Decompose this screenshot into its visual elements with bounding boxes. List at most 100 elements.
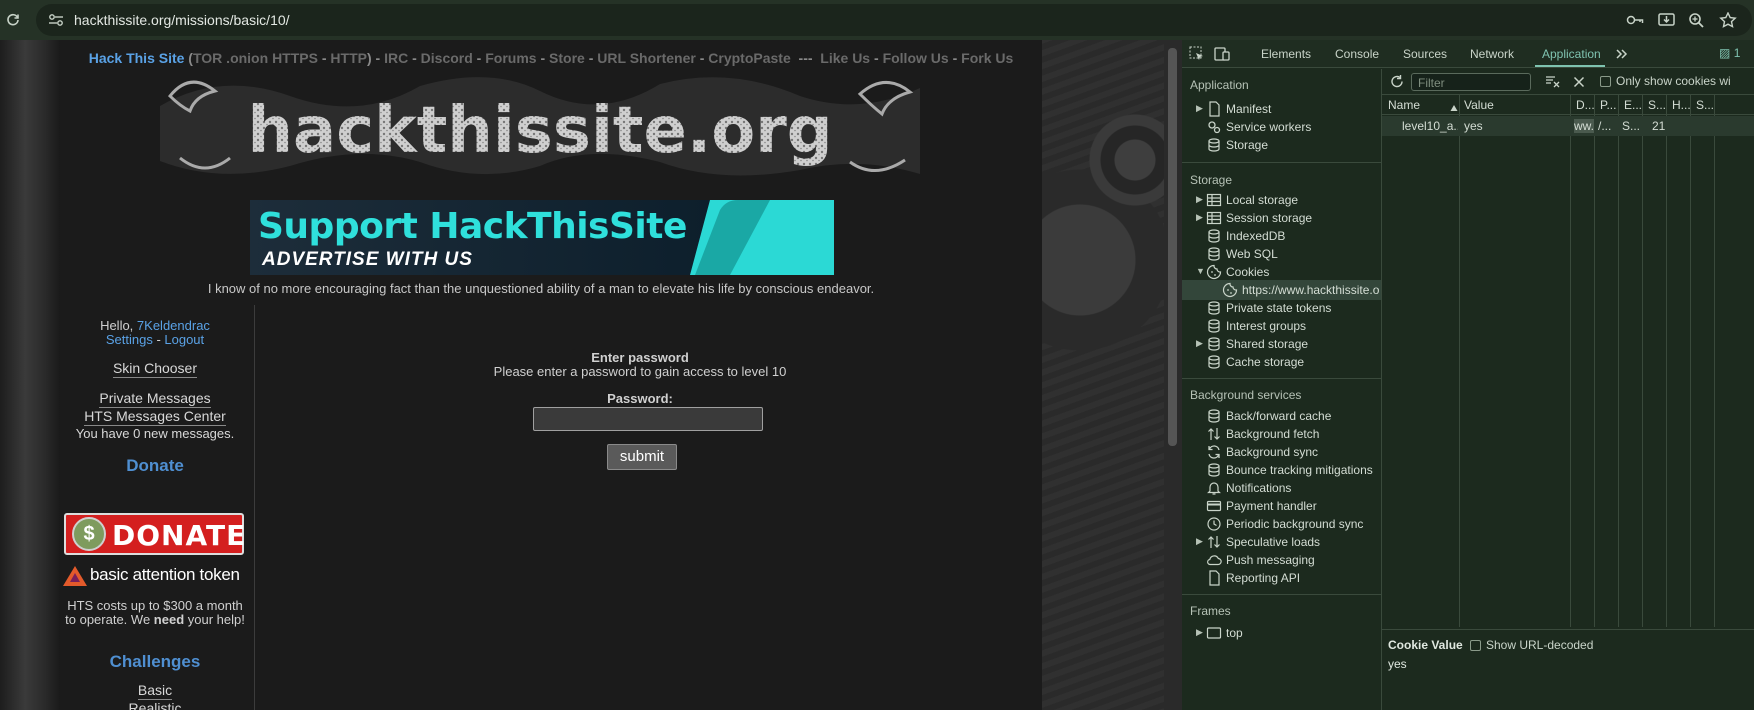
tab-network[interactable]: Network bbox=[1470, 47, 1514, 61]
tree-item-background-sync[interactable]: Background sync bbox=[1182, 442, 1381, 462]
private-messages-link[interactable]: Private Messages bbox=[60, 390, 250, 408]
tree-item-cookie-origin[interactable]: https://www.hackthissite.o bbox=[1182, 280, 1381, 300]
nav-follow-link[interactable]: Follow Us bbox=[883, 50, 949, 66]
basic-challenges-link[interactable]: Basic bbox=[60, 682, 250, 700]
nav-http-link[interactable]: HTTP bbox=[330, 50, 367, 66]
column-divider[interactable] bbox=[1570, 95, 1571, 627]
nav-irc-link[interactable]: IRC bbox=[384, 50, 408, 66]
bookmark-star-icon[interactable] bbox=[1719, 11, 1737, 28]
advertise-banner[interactable]: Support HackThisSite ADVERTISE WITH US bbox=[250, 200, 834, 275]
realistic-challenges-link[interactable]: Realistic bbox=[60, 700, 250, 710]
filter-input[interactable]: Filter bbox=[1411, 73, 1531, 91]
tree-item-reporting-api[interactable]: Reporting API bbox=[1182, 568, 1381, 588]
expand-arrow-icon[interactable]: ▶ bbox=[1196, 103, 1203, 114]
checkbox-box[interactable] bbox=[1600, 76, 1611, 87]
column-name[interactable]: Name bbox=[1388, 98, 1448, 112]
tree-item-local-storage[interactable]: ▶ Local storage bbox=[1182, 190, 1381, 210]
tab-sources[interactable]: Sources bbox=[1403, 47, 1447, 61]
donate-button[interactable]: $ DONATE bbox=[64, 513, 245, 555]
column-value[interactable]: Value bbox=[1464, 98, 1564, 112]
checkbox-box[interactable] bbox=[1470, 640, 1481, 651]
tree-item-indexeddb[interactable]: IndexedDB bbox=[1182, 226, 1381, 246]
column-divider[interactable] bbox=[1642, 95, 1643, 627]
tree-item-storage[interactable]: Storage bbox=[1182, 135, 1381, 155]
settings-link[interactable]: Settings bbox=[106, 332, 153, 347]
column-divider[interactable] bbox=[1690, 95, 1691, 627]
logout-link[interactable]: Logout bbox=[164, 332, 204, 347]
nav-tor-link[interactable]: TOR .onion bbox=[193, 50, 268, 66]
nav-cryptopaste-link[interactable]: CryptoPaste bbox=[708, 50, 790, 66]
more-tabs-chevron-icon[interactable] bbox=[1614, 46, 1630, 62]
table-row[interactable]: level10_a... yes ww... /... S... 21 bbox=[1382, 116, 1754, 136]
column-httponly[interactable]: H... bbox=[1672, 98, 1692, 112]
reload-icon[interactable] bbox=[6, 13, 20, 27]
column-divider[interactable] bbox=[1459, 95, 1460, 627]
tab-console[interactable]: Console bbox=[1335, 47, 1379, 61]
nav-discord-link[interactable]: Discord bbox=[421, 50, 473, 66]
tab-application[interactable]: Application bbox=[1542, 47, 1601, 61]
column-divider[interactable] bbox=[1666, 95, 1667, 627]
password-input[interactable] bbox=[533, 407, 763, 431]
tree-item-shared-storage[interactable]: ▶ Shared storage bbox=[1182, 334, 1381, 354]
tree-item-back-forward-cache[interactable]: Back/forward cache bbox=[1182, 406, 1381, 426]
tree-item-cookies[interactable]: ▼ Cookies bbox=[1182, 262, 1381, 282]
refresh-icon[interactable] bbox=[1389, 74, 1405, 90]
column-divider[interactable] bbox=[1594, 95, 1595, 627]
tree-item-service-workers[interactable]: Service workers bbox=[1182, 117, 1381, 137]
cookie-value-text[interactable]: yes bbox=[1388, 657, 1407, 671]
tree-item-payment-handler[interactable]: Payment handler bbox=[1182, 496, 1381, 516]
nav-like-link[interactable]: Like Us bbox=[820, 50, 870, 66]
issues-badge[interactable]: ▨ 1 bbox=[1719, 46, 1740, 60]
nav-url-shortener-link[interactable]: URL Shortener bbox=[597, 50, 696, 66]
address-bar[interactable]: hackthissite.org/missions/basic/10/ bbox=[36, 4, 1752, 36]
delete-selected-icon[interactable] bbox=[1571, 74, 1587, 90]
submit-button[interactable]: submit bbox=[607, 444, 677, 470]
password-key-icon[interactable] bbox=[1626, 12, 1644, 28]
tree-item-bounce-tracking[interactable]: Bounce tracking mitigations bbox=[1182, 460, 1381, 480]
tree-item-notifications[interactable]: Notifications bbox=[1182, 478, 1381, 498]
site-logo[interactable]: hackthissite.org bbox=[160, 66, 920, 184]
tree-item-web-sql[interactable]: Web SQL bbox=[1182, 244, 1381, 264]
tree-item-manifest[interactable]: ▶ Manifest bbox=[1182, 99, 1381, 119]
only-show-issues-checkbox[interactable]: Only show cookies wi bbox=[1600, 74, 1731, 88]
hts-messages-link[interactable]: HTS Messages Center bbox=[60, 408, 250, 426]
install-app-icon[interactable] bbox=[1658, 12, 1676, 28]
scrollbar-thumb[interactable] bbox=[1168, 48, 1177, 446]
sort-ascending-icon[interactable] bbox=[1450, 101, 1458, 111]
tree-item-cache-storage[interactable]: Cache storage bbox=[1182, 352, 1381, 372]
site-info-icon[interactable] bbox=[48, 13, 64, 27]
column-divider[interactable] bbox=[1618, 95, 1619, 627]
tree-item-session-storage[interactable]: ▶ Session storage bbox=[1182, 208, 1381, 228]
expand-arrow-icon[interactable]: ▶ bbox=[1196, 627, 1203, 638]
tab-elements[interactable]: Elements bbox=[1261, 47, 1311, 61]
column-path[interactable]: P... bbox=[1600, 98, 1620, 112]
nav-https-link[interactable]: HTTPS bbox=[272, 50, 318, 66]
inspect-element-icon[interactable] bbox=[1189, 46, 1205, 62]
expand-arrow-icon[interactable]: ▶ bbox=[1196, 212, 1203, 223]
tree-item-periodic-sync[interactable]: Periodic background sync bbox=[1182, 514, 1381, 534]
nav-fork-link[interactable]: Fork Us bbox=[961, 50, 1013, 66]
username-link[interactable]: 7Keldendrac bbox=[137, 318, 210, 333]
device-toolbar-icon[interactable] bbox=[1214, 46, 1230, 62]
column-domain[interactable]: D... bbox=[1576, 98, 1596, 112]
collapse-arrow-icon[interactable]: ▼ bbox=[1196, 266, 1205, 276]
clear-filtered-icon[interactable] bbox=[1545, 74, 1561, 90]
expand-arrow-icon[interactable]: ▶ bbox=[1196, 536, 1203, 547]
column-divider[interactable] bbox=[1714, 95, 1715, 627]
column-secure[interactable]: S... bbox=[1696, 98, 1716, 112]
nav-forums-link[interactable]: Forums bbox=[485, 50, 536, 66]
expand-arrow-icon[interactable]: ▶ bbox=[1196, 194, 1203, 205]
bat-link[interactable]: basic attention token bbox=[60, 564, 255, 588]
show-url-decoded-checkbox[interactable]: Show URL-decoded bbox=[1470, 638, 1593, 652]
nav-home-link[interactable]: Hack This Site bbox=[89, 50, 185, 66]
skin-chooser-link[interactable]: Skin Chooser bbox=[60, 360, 250, 378]
expand-arrow-icon[interactable]: ▶ bbox=[1196, 338, 1203, 349]
tree-item-frame-top[interactable]: ▶ top bbox=[1182, 623, 1381, 643]
nav-store-link[interactable]: Store bbox=[549, 50, 585, 66]
tree-item-push-messaging[interactable]: Push messaging bbox=[1182, 550, 1381, 570]
tree-item-speculative-loads[interactable]: ▶ Speculative loads bbox=[1182, 532, 1381, 552]
tree-item-private-state-tokens[interactable]: Private state tokens bbox=[1182, 298, 1381, 318]
tree-item-interest-groups[interactable]: Interest groups bbox=[1182, 316, 1381, 336]
column-size[interactable]: S... bbox=[1648, 98, 1668, 112]
tree-item-background-fetch[interactable]: Background fetch bbox=[1182, 424, 1381, 444]
